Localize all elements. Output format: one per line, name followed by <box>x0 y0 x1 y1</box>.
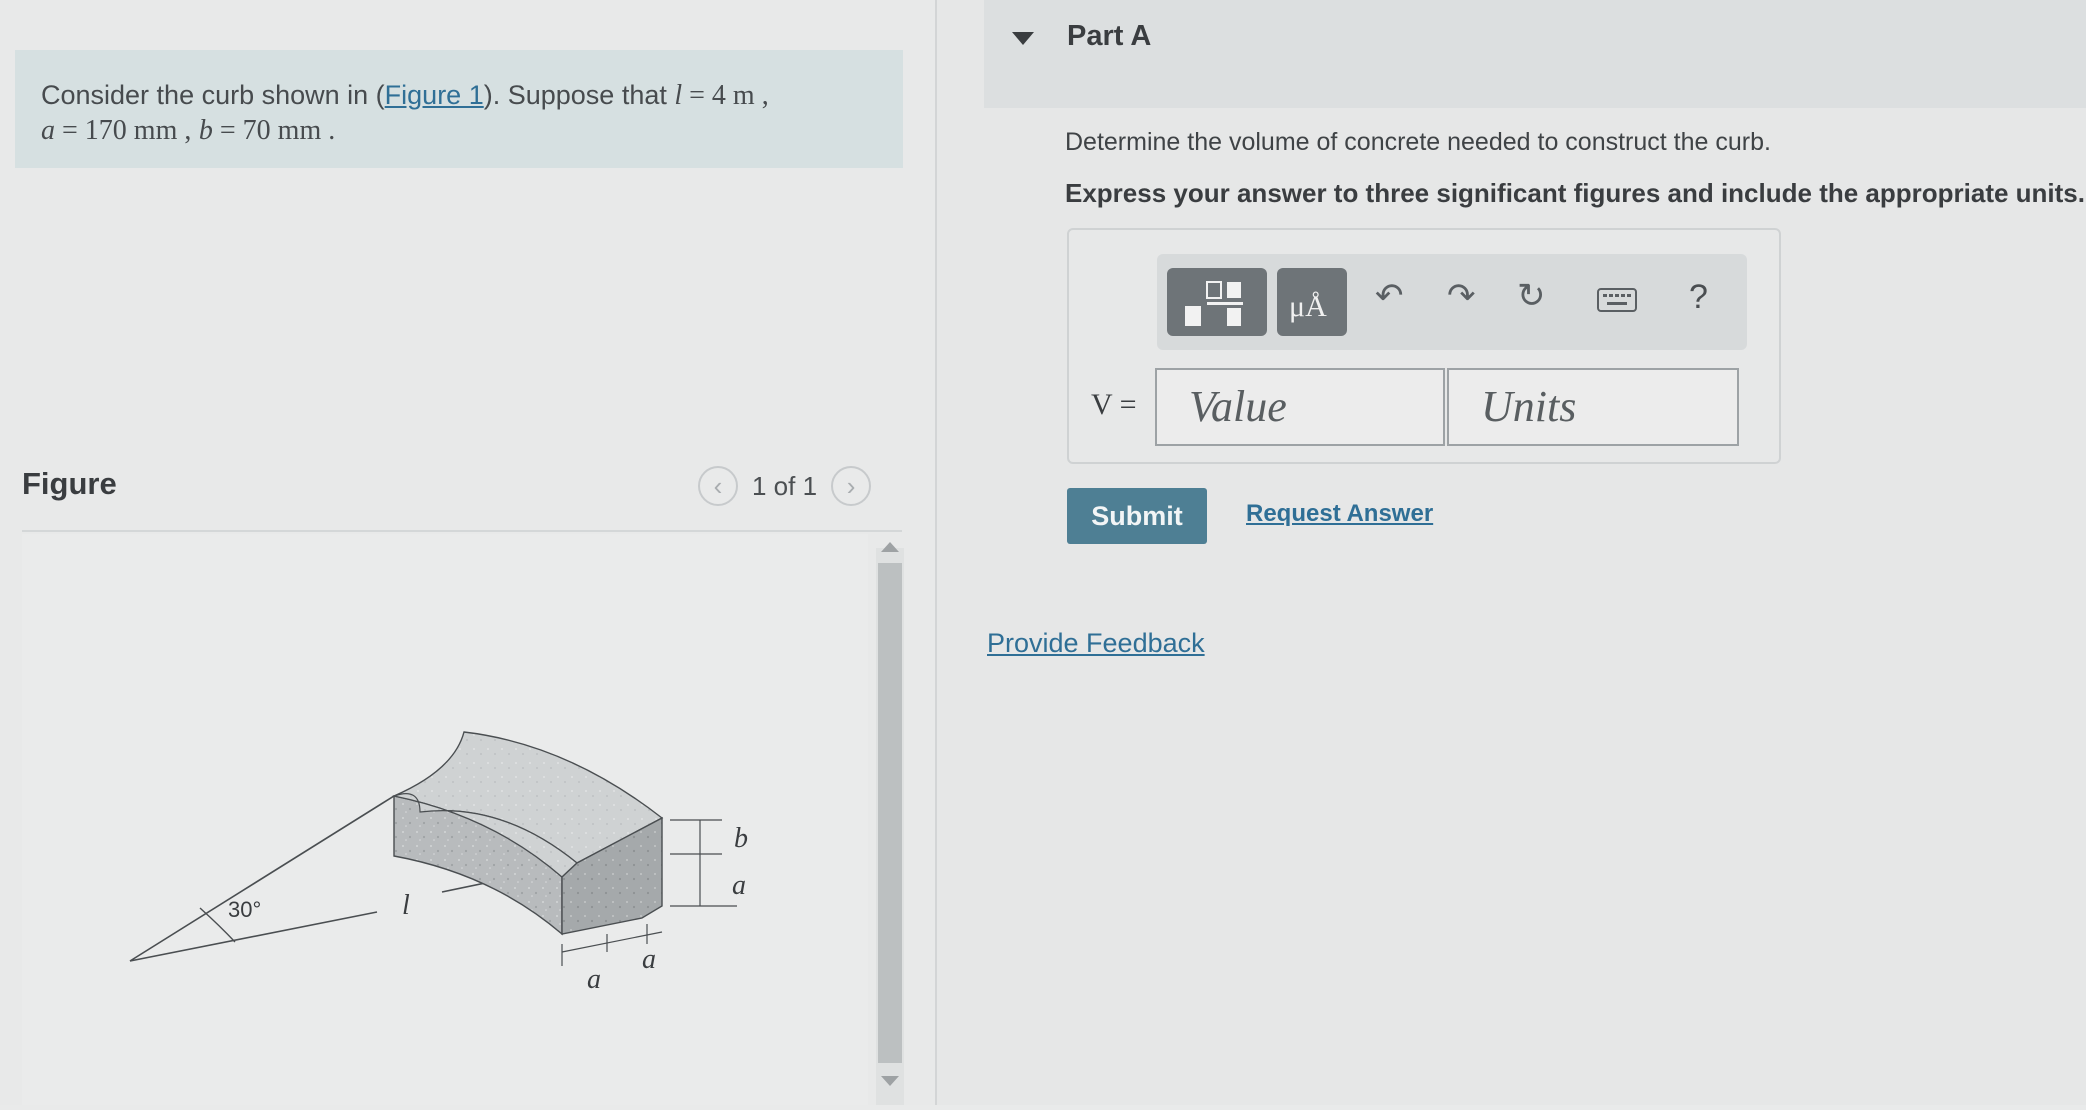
statement-text-2: ). Suppose that <box>483 80 675 110</box>
a-bottom-left-label: a <box>587 964 601 995</box>
angle-label: 30° <box>228 897 261 922</box>
math-toolbar: μÅ ↶ ↷ ↻ ? <box>1157 254 1747 350</box>
chevron-left-icon: ‹ <box>713 470 723 501</box>
fraction-template-icon <box>1185 281 1243 326</box>
l-variable: l <box>674 80 683 111</box>
reset-icon[interactable]: ↻ <box>1517 276 1546 316</box>
statement-text-1: Consider the curb shown in ( <box>41 80 385 110</box>
part-a-header[interactable] <box>984 0 2086 108</box>
figure-panel: 30° l b a a a <box>22 534 868 1105</box>
a-bottom-right-label: a <box>642 944 656 975</box>
undo-icon[interactable]: ↶ <box>1375 276 1404 316</box>
left-pane: Consider the curb shown in (Figure 1). S… <box>0 0 935 1105</box>
next-figure-button[interactable]: › <box>831 466 872 506</box>
units-input[interactable]: Units <box>1447 368 1739 446</box>
answer-box: μÅ ↶ ↷ ↻ ? V = Value Units <box>1067 228 1781 464</box>
chevron-right-icon: › <box>846 470 856 501</box>
help-icon[interactable]: ? <box>1689 278 1708 317</box>
request-answer-link[interactable]: Request Answer <box>1246 500 1433 528</box>
figure-divider <box>22 530 902 532</box>
provide-feedback-link[interactable]: Provide Feedback <box>987 628 1205 659</box>
variable-label: V = <box>1091 388 1137 421</box>
right-pane: Part A Determine the volume of concrete … <box>937 0 2086 1105</box>
l-value: = 4 m , <box>682 80 769 111</box>
redo-icon[interactable]: ↷ <box>1447 276 1476 316</box>
keyboard-icon[interactable] <box>1597 288 1637 314</box>
caret-down-icon[interactable] <box>1012 32 1034 45</box>
a-value: = 170 mm , <box>55 115 192 146</box>
figure-pager: ‹ 1 of 1 › <box>698 466 872 506</box>
l-label: l <box>402 890 410 921</box>
curb-diagram: 30° l b a a a <box>129 731 748 995</box>
radius-line-top <box>129 795 395 962</box>
previous-figure-button[interactable]: ‹ <box>698 466 738 506</box>
pager-text: 1 of 1 <box>752 470 818 501</box>
instruction-text: Express your answer to three significant… <box>1065 178 2085 208</box>
question-text: Determine the volume of concrete needed … <box>1065 128 1771 156</box>
figure-label: Figure <box>22 466 117 501</box>
problem-statement: Consider the curb shown in (Figure 1). S… <box>15 50 903 168</box>
value-input[interactable]: Value <box>1155 368 1445 446</box>
b-label: b <box>734 823 748 854</box>
mu-angstrom-icon: μÅ <box>1289 290 1327 323</box>
scroll-up-arrow-icon[interactable] <box>881 542 899 552</box>
figure-link[interactable]: Figure 1 <box>385 80 484 110</box>
a-variable: a <box>41 115 55 146</box>
units-symbols-button[interactable]: μÅ <box>1277 268 1347 336</box>
b-value: = 70 mm . <box>212 115 336 146</box>
a-side-label: a <box>732 870 746 901</box>
b-variable: b <box>198 115 213 146</box>
part-title: Part A <box>1067 20 1152 52</box>
submit-button[interactable]: Submit <box>1067 488 1207 544</box>
scroll-down-arrow-icon[interactable] <box>881 1076 899 1086</box>
figure-scrollbar-thumb[interactable] <box>878 563 902 1063</box>
templates-button[interactable] <box>1167 268 1267 336</box>
